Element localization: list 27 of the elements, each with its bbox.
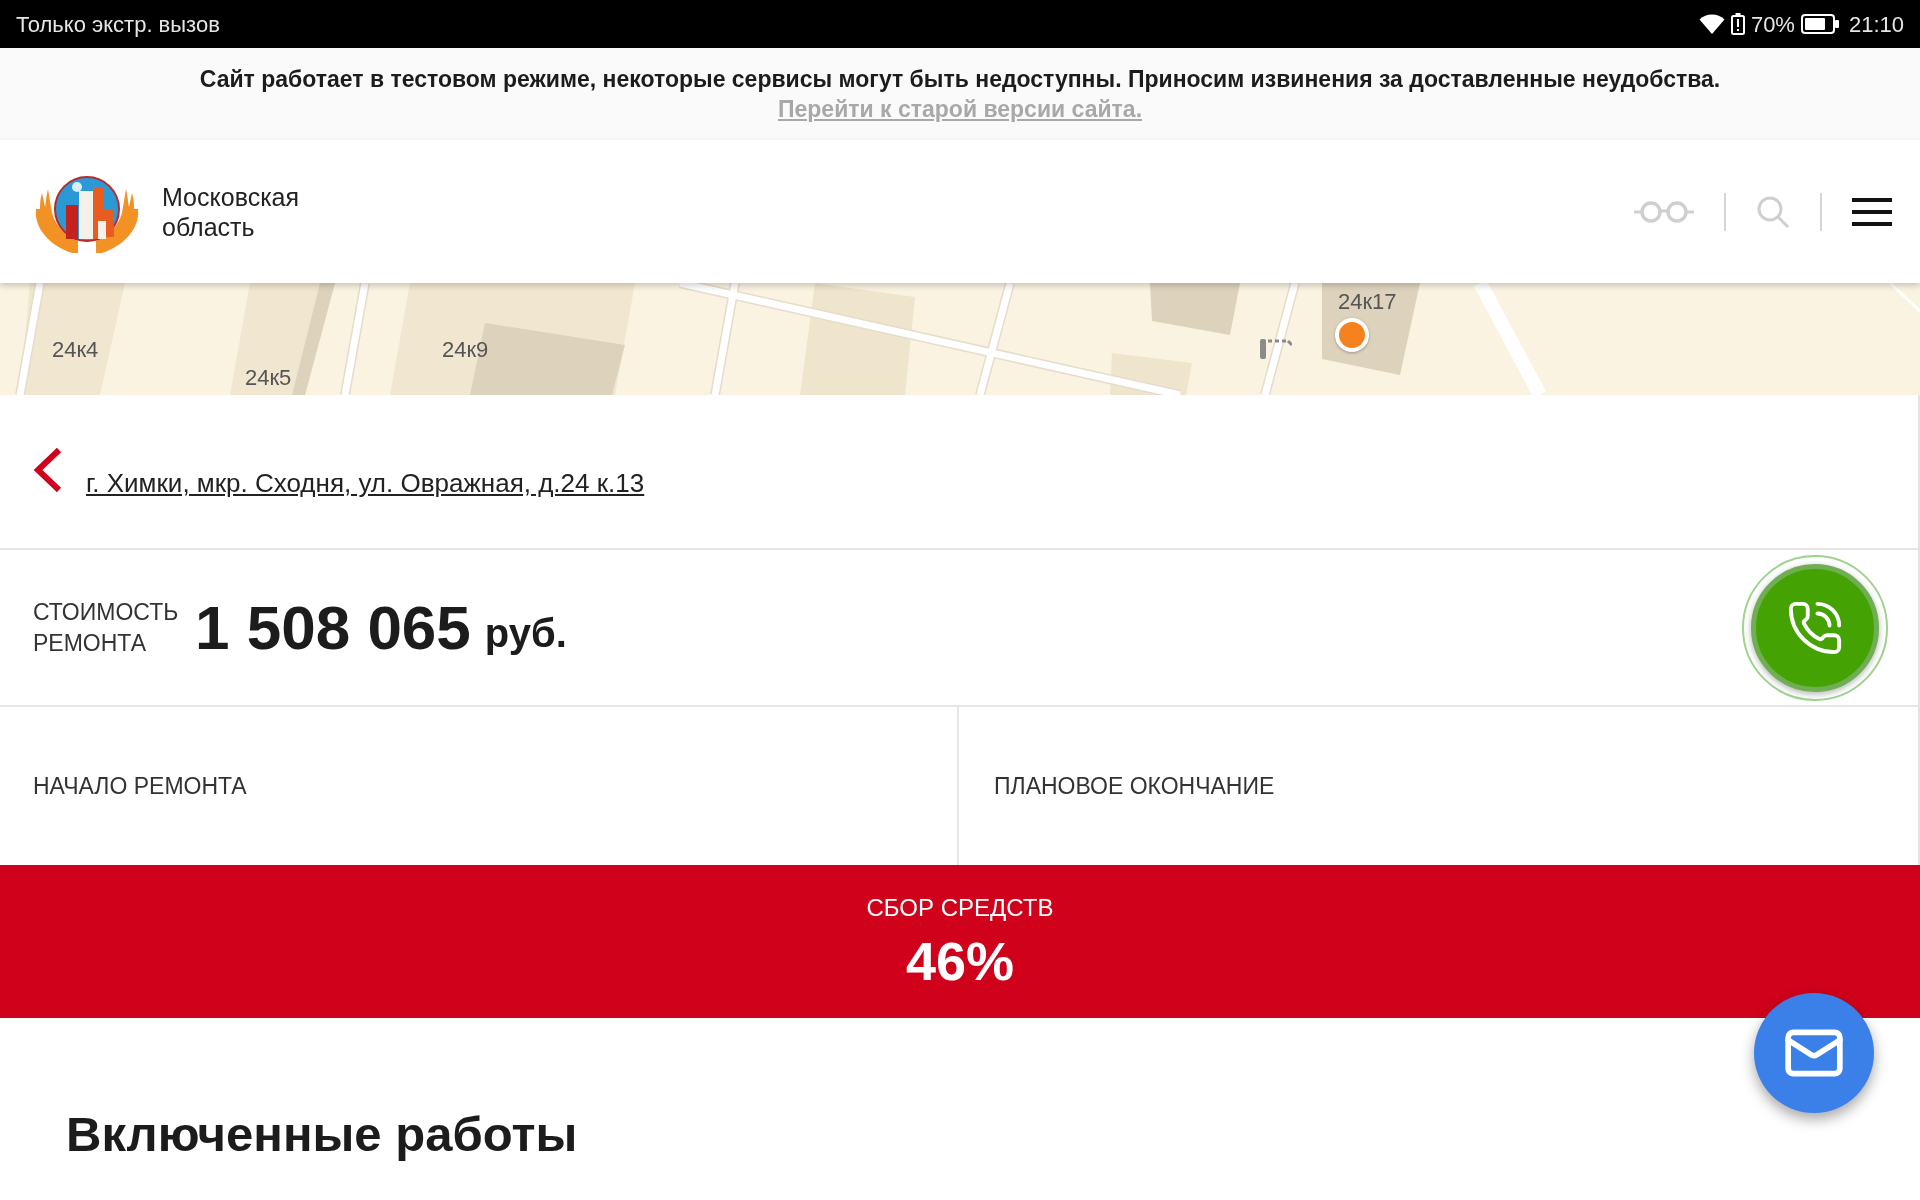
wifi-icon [1698,14,1725,34]
map-label: 24к5 [245,365,292,391]
mail-button[interactable] [1754,993,1874,1113]
region-name: Московская область [162,181,301,242]
map-label: 24к9 [442,337,489,363]
fundraising-label: СБОР СРЕДСТВ [866,892,1054,923]
notice-text: Сайт работает в тестовом режиме, некоторые сервисы могут быть недоступны. Приносим извинения за доставленные неудобства. Перейти к старой версии сайта. [198,65,1722,124]
date-label: НАЧАЛО РЕМОНТА [33,771,247,801]
barrier-icon [1260,337,1292,359]
back-button[interactable] [32,447,62,493]
currency-label: руб. [484,609,567,656]
battery-icon [1800,14,1839,34]
battery-alert-icon [1730,13,1745,35]
address-link[interactable]: г. Химки, мкр. Сходня, ул. Овражная, д.24 к.13 [86,467,645,499]
clock-time: 21:10 [1848,10,1904,39]
date-label: ПЛАНОВОЕ ОКОНЧАНИЕ [994,771,1275,801]
chevron-left-icon [32,447,62,493]
cost-label: СТОИМОСТЬ РЕМОНТА [33,597,180,658]
call-button[interactable] [1742,554,1888,701]
cost-amount: 1 508 065 [195,592,471,663]
battery-percent: 70% [1750,10,1795,39]
fundraising-percent: 46% [905,930,1015,991]
map-label: 24к17 [1338,289,1397,315]
status-text: Только экстр. вызов [16,10,220,39]
section-heading: Включенные работы [66,1106,578,1163]
map-label: 24к4 [52,337,99,363]
menu-icon[interactable] [1852,197,1892,226]
